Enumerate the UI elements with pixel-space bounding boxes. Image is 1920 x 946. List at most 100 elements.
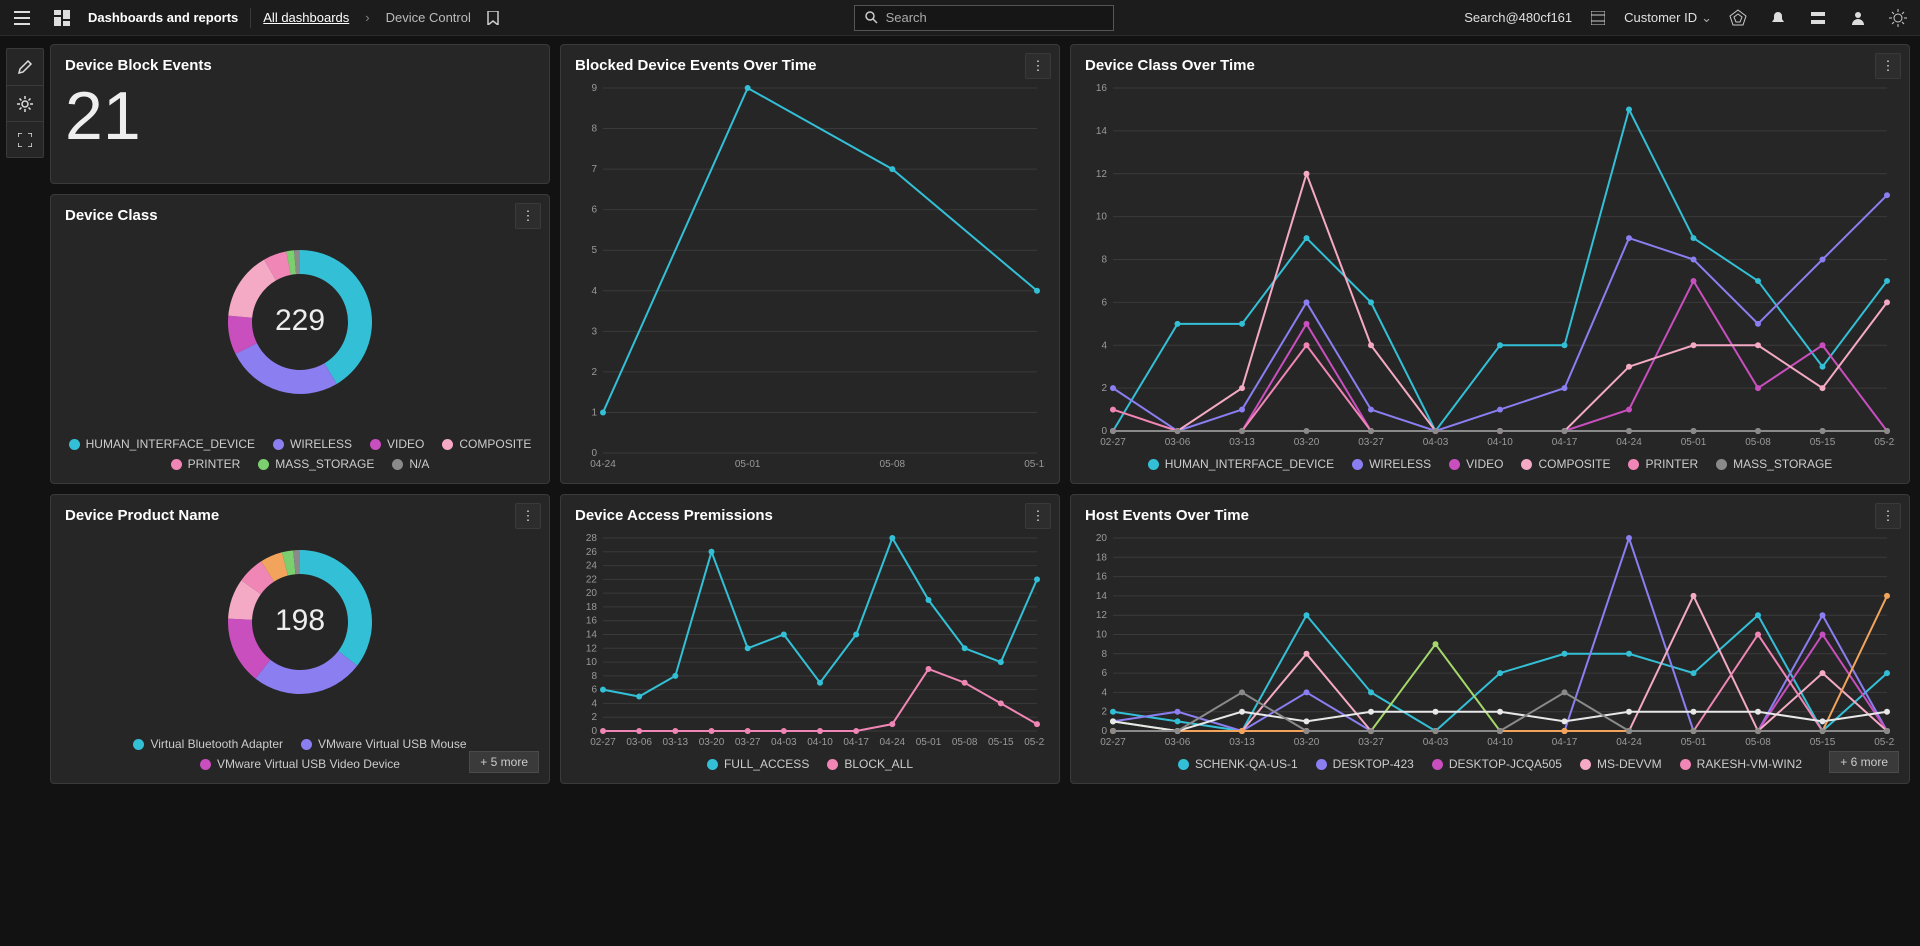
card-device-block-events: Device Block Events 21 (50, 44, 550, 184)
inbox-icon[interactable] (1804, 4, 1832, 32)
legend-item[interactable]: BLOCK_ALL (827, 757, 913, 771)
account-settings-icon[interactable] (1584, 4, 1612, 32)
svg-text:05-15: 05-15 (1024, 459, 1045, 470)
svg-text:03-06: 03-06 (1165, 437, 1191, 448)
svg-text:5: 5 (591, 245, 597, 256)
legend-item[interactable]: DESKTOP-JCQA505 (1432, 757, 1562, 771)
legend-item[interactable]: HUMAN_INTERFACE_DEVICE (1148, 457, 1334, 471)
svg-text:0: 0 (1101, 426, 1107, 437)
card-title: Blocked Device Events Over Time (575, 57, 1045, 74)
svg-text:6: 6 (591, 685, 597, 696)
svg-text:0: 0 (1101, 726, 1107, 737)
more-button[interactable]: + 6 more (1829, 751, 1899, 773)
fullscreen-button[interactable] (7, 121, 43, 157)
user-icon[interactable] (1844, 4, 1872, 32)
legend-dot (258, 459, 269, 470)
legend-item[interactable]: VMware Virtual USB Video Device (200, 757, 400, 771)
hamburger-icon[interactable] (8, 4, 36, 32)
svg-text:03-27: 03-27 (1358, 737, 1384, 748)
legend-dot (1432, 759, 1443, 770)
svg-text:04-10: 04-10 (1487, 437, 1513, 448)
card-title: Device Block Events (65, 57, 535, 74)
legend-item[interactable]: MASS_STORAGE (258, 457, 374, 471)
legend-item[interactable]: N/A (392, 457, 429, 471)
svg-text:18: 18 (586, 602, 598, 613)
legend-label: PRINTER (188, 457, 241, 471)
card-title: Device Product Name (65, 507, 535, 524)
bookmark-icon[interactable] (483, 4, 503, 32)
card-menu-button[interactable]: ⋮ (1875, 503, 1901, 529)
legend-item[interactable]: Virtual Bluetooth Adapter (133, 737, 283, 751)
legend-item[interactable]: VMware Virtual USB Mouse (301, 737, 467, 751)
legend-item[interactable]: WIRELESS (273, 437, 352, 451)
legend-label: N/A (409, 457, 429, 471)
more-button[interactable]: + 5 more (469, 751, 539, 773)
svg-text:4: 4 (1101, 687, 1107, 698)
svg-text:14: 14 (1096, 126, 1108, 137)
svg-text:04-24: 04-24 (1616, 437, 1642, 448)
legend-item[interactable]: MASS_STORAGE (1716, 457, 1832, 471)
legend-dot (133, 739, 144, 750)
svg-text:8: 8 (1101, 255, 1107, 266)
legend-item[interactable]: MS-DEVVM (1580, 757, 1662, 771)
svg-text:12: 12 (1096, 610, 1108, 621)
svg-text:05-08: 05-08 (880, 459, 906, 470)
global-search[interactable]: Search (854, 5, 1114, 31)
svg-text:05-01: 05-01 (1681, 737, 1707, 748)
svg-text:8: 8 (591, 124, 597, 135)
legend-item[interactable]: VIDEO (1449, 457, 1503, 471)
svg-text:20: 20 (586, 588, 598, 599)
card-menu-button[interactable]: ⋮ (1875, 53, 1901, 79)
customer-id-dropdown[interactable]: Customer ID⌄ (1624, 10, 1712, 26)
svg-text:10: 10 (1096, 212, 1108, 223)
legend-item[interactable]: PRINTER (1628, 457, 1698, 471)
legend-label: COMPOSITE (1538, 457, 1610, 471)
account-label: Search@480cf161 (1464, 10, 1572, 25)
svg-text:03-20: 03-20 (699, 737, 725, 748)
legend-item[interactable]: COMPOSITE (1521, 457, 1610, 471)
legend-item[interactable]: PRINTER (171, 457, 241, 471)
theme-icon[interactable] (1884, 4, 1912, 32)
legend-dot (707, 759, 718, 770)
svg-text:4: 4 (591, 286, 597, 297)
card-menu-button[interactable]: ⋮ (1025, 53, 1051, 79)
legend-label: FULL_ACCESS (724, 757, 809, 771)
legend-item[interactable]: RAKESH-VM-WIN2 (1680, 757, 1802, 771)
card-menu-button[interactable]: ⋮ (1025, 503, 1051, 529)
legend: Virtual Bluetooth Adapter VMware Virtual … (65, 737, 535, 771)
legend-dot (1628, 459, 1639, 470)
card-menu-button[interactable]: ⋮ (515, 203, 541, 229)
legend-item[interactable]: SCHENK-QA-US-1 (1178, 757, 1298, 771)
legend-item[interactable]: HUMAN_INTERFACE_DEVICE (69, 437, 255, 451)
legend-item[interactable]: COMPOSITE (442, 437, 531, 451)
svg-text:2: 2 (591, 712, 597, 723)
legend-item[interactable]: WIRELESS (1352, 457, 1431, 471)
donut-total: 229 (275, 304, 325, 338)
settings-button[interactable] (7, 85, 43, 121)
chevron-right-icon: › (365, 10, 369, 25)
legend-label: COMPOSITE (459, 437, 531, 451)
card-title: Device Class (65, 207, 535, 224)
svg-text:7: 7 (591, 164, 597, 175)
legend-item[interactable]: VIDEO (370, 437, 424, 451)
svg-text:10: 10 (1096, 630, 1108, 641)
card-title: Device Access Premissions (575, 507, 1045, 524)
bell-icon[interactable] (1764, 4, 1792, 32)
card-blocked-over-time: ⋮ Blocked Device Events Over Time 012345… (560, 44, 1060, 484)
svg-text:03-06: 03-06 (626, 737, 652, 748)
radar-icon[interactable] (1724, 4, 1752, 32)
edit-button[interactable] (7, 49, 43, 85)
card-menu-button[interactable]: ⋮ (515, 503, 541, 529)
svg-text:05-15: 05-15 (1810, 737, 1836, 748)
legend-label: BLOCK_ALL (844, 757, 913, 771)
svg-text:04-24: 04-24 (590, 459, 616, 470)
dashboards-icon[interactable] (48, 4, 76, 32)
legend-label: MS-DEVVM (1597, 757, 1662, 771)
svg-text:2: 2 (1101, 707, 1107, 718)
legend-item[interactable]: DESKTOP-423 (1316, 757, 1414, 771)
section-title: Dashboards and reports (88, 10, 238, 25)
svg-text:04-17: 04-17 (843, 737, 869, 748)
breadcrumb-link[interactable]: All dashboards (263, 10, 349, 25)
svg-text:6: 6 (591, 205, 597, 216)
legend-item[interactable]: FULL_ACCESS (707, 757, 809, 771)
